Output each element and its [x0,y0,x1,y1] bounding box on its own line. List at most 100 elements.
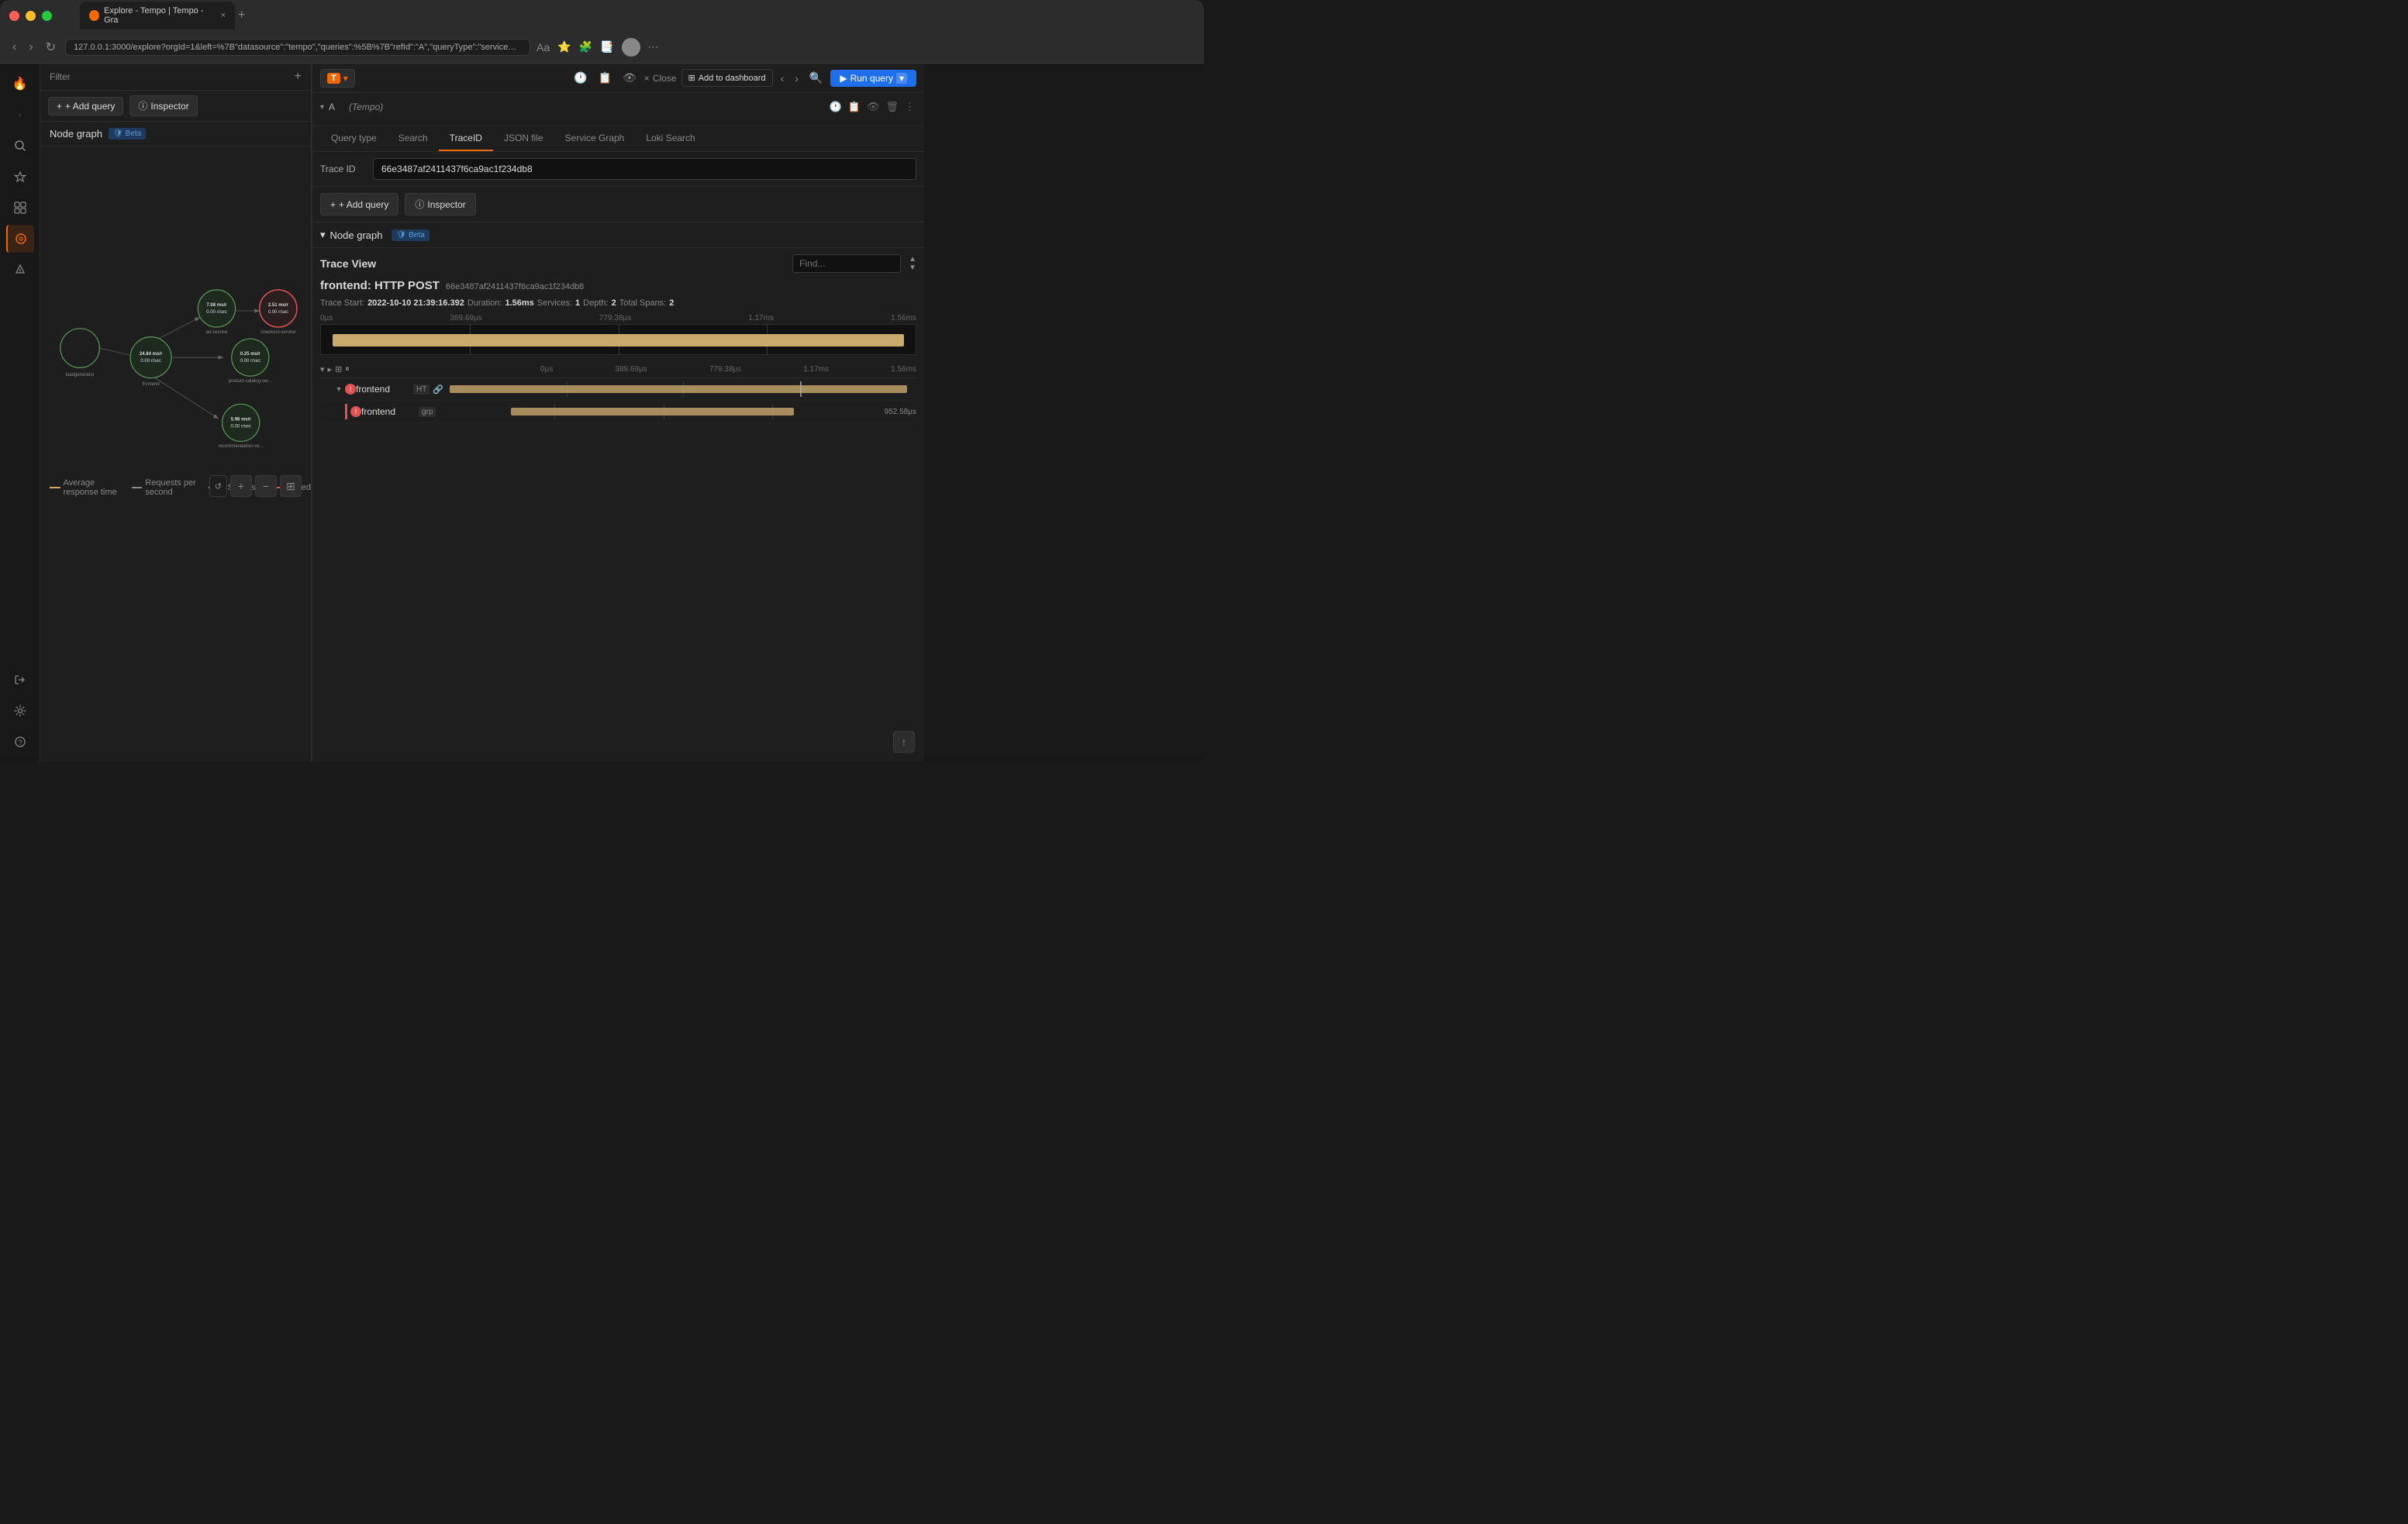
window-chrome: Explore - Tempo | Tempo - Gra × + [0,0,1204,31]
tab-query-type[interactable]: Query type [320,126,388,151]
menu-button[interactable]: ⋯ [648,40,659,53]
graph-svg: loadgenerator 24.84 ms/r 0.00 r/sec fron… [40,147,311,503]
query-visibility-btn[interactable]: 👁 [865,99,881,115]
add-dashboard-button[interactable]: ⊞ Add to dashboard [681,69,773,87]
inspector-icon-right: ⓘ [415,198,424,211]
depth-value: 2 [612,298,616,308]
sidebar-collapse-btn[interactable]: › [6,101,34,129]
collapse-icon[interactable]: ▾ [320,103,324,112]
add-query-label: + Add query [65,101,115,112]
bookmark-list-button[interactable]: 📑 [600,40,613,53]
browser-tab[interactable]: Explore - Tempo | Tempo - Gra × [80,2,235,29]
query-more-btn[interactable]: ⋮ [903,99,916,115]
query-delete-btn[interactable]: 🗑 [884,99,900,115]
back-button[interactable]: ‹ [9,37,19,57]
tab-json-file[interactable]: JSON file [493,126,554,151]
sidebar-search-icon[interactable] [6,132,34,160]
tab-loki-search[interactable]: Loki Search [635,126,705,151]
timeline-bar-container [320,324,916,355]
expand-all-btn[interactable]: ▾ [320,364,325,374]
total-spans-label: Total Spans: [619,298,667,308]
run-icon: ▶ [840,73,847,84]
collapse-btn[interactable]: ▸ [328,364,333,374]
sidebar-alerting-icon[interactable] [6,256,34,284]
view-button[interactable]: 👁 [619,68,640,88]
zoom-out-button[interactable]: − [255,475,277,497]
sidebar-explore-icon[interactable] [6,225,34,253]
time-1: 389.69µs [615,365,647,374]
sidebar-starred-icon[interactable] [6,163,34,191]
zoom-in-button[interactable]: + [230,475,252,497]
svg-text:2.51 ms/r: 2.51 ms/r [268,303,289,308]
rotate-btn[interactable]: ↺ [209,475,227,497]
ngr-title: Node graph [330,229,383,241]
query-copy-btn[interactable]: 📋 [847,99,862,115]
pause-btn[interactable]: ⏸ [345,364,350,374]
new-tab-button[interactable]: + [238,9,245,22]
query-history-btn[interactable]: 🕐 [828,99,843,115]
reader-mode-button[interactable]: Aa [536,41,550,53]
svg-text:7.08 ms/r: 7.08 ms/r [206,303,227,308]
close-button[interactable] [9,11,19,21]
expand-children-btn[interactable]: ⊞ [335,364,342,374]
svg-text:?: ? [18,739,22,746]
graph-controls: ↺ + − ⊞ [209,475,302,497]
reload-button[interactable]: ↻ [43,36,59,58]
zoom-out-time-button[interactable]: 🔍 [806,68,826,88]
maximize-button[interactable] [42,11,52,21]
add-query-btn[interactable]: + + Add query [320,193,398,215]
find-arrows: ▲ ▼ [909,256,916,272]
beta-label: Beta [126,129,142,138]
find-up-button[interactable]: ▲ [909,256,916,264]
tab-search[interactable]: Search [388,126,439,151]
sidebar-help-icon[interactable]: ? [6,728,34,756]
bookmark-button[interactable]: ⭐ [557,40,571,53]
add-query-button[interactable]: + + Add query [48,97,123,116]
span-row-frontend-http[interactable]: ▾ ! frontend HT 🔗 [320,378,916,401]
span-toggle-btn[interactable]: ▾ [333,383,345,395]
tab-close-button[interactable]: × [221,11,226,20]
trace-find-input[interactable] [792,254,901,273]
span-link-icon-1[interactable]: 🔗 [433,384,443,395]
tab-traceid[interactable]: TraceID [439,126,493,151]
extensions-button[interactable]: 🧩 [579,40,592,53]
trace-view-section[interactable]: Trace View ▲ ▼ frontend: HTTP POST 66e34… [312,248,924,762]
sidebar-dashboards-icon[interactable] [6,194,34,222]
node-graph-section: Node graph 🛡 Beta [40,122,311,762]
minimize-button[interactable] [26,11,36,21]
address-bar[interactable]: 127.0.0.1:3000/explore?orgId=1&left=%7B"… [65,39,530,56]
find-down-button[interactable]: ▼ [909,264,916,272]
panel-toolbar: Filter + [40,64,311,91]
sidebar-logout-icon[interactable] [6,666,34,694]
sidebar-settings-icon[interactable] [6,697,34,725]
copy-url-button[interactable]: 📋 [595,68,615,88]
forward-button[interactable]: › [26,37,36,57]
inspector-btn[interactable]: ⓘ Inspector [405,193,475,215]
trace-id-input[interactable] [373,158,916,180]
tab-favicon [89,10,99,21]
inspector-button-left[interactable]: ⓘ Inspector [129,95,197,116]
query-editor: ▾ A (Tempo) 🕐 📋 👁 🗑 ⋮ [312,93,924,126]
datasource-button[interactable]: T ▾ [320,69,355,88]
avg-label: Average response time [64,478,122,497]
user-avatar[interactable] [622,38,640,57]
run-query-button[interactable]: ▶ Run query ▾ [830,70,916,87]
query-label: A [329,102,344,112]
span-row-frontend-grpc[interactable]: ! frontend grp 952.58µs [320,401,916,423]
node-graph-header: Node graph 🛡 Beta [40,122,311,147]
nav-right-button[interactable]: › [792,69,802,88]
scroll-top-button[interactable]: ↑ [893,731,915,753]
span-service-1: frontend [356,384,410,395]
close-x-icon: × [644,73,650,84]
add-filter-button[interactable]: + [295,70,302,84]
right-panel: T ▾ 🕐 📋 👁 × Close ⊞ Add to dashboard ‹ ›… [312,64,924,762]
tab-service-graph[interactable]: Service Graph [554,126,636,151]
sidebar-grafana-logo[interactable]: 🔥 [6,70,34,98]
ngr-header[interactable]: ▾ Node graph 🛡 Beta [312,222,924,247]
run-query-dropdown[interactable]: ▾ [896,73,907,84]
history-button[interactable]: 🕐 [571,68,590,88]
nav-left-button[interactable]: ‹ [778,69,788,88]
layout-button[interactable]: ⊞ [280,475,302,497]
svg-text:0.00 r/sec: 0.00 r/sec [140,359,160,364]
close-button[interactable]: × Close [644,73,677,84]
